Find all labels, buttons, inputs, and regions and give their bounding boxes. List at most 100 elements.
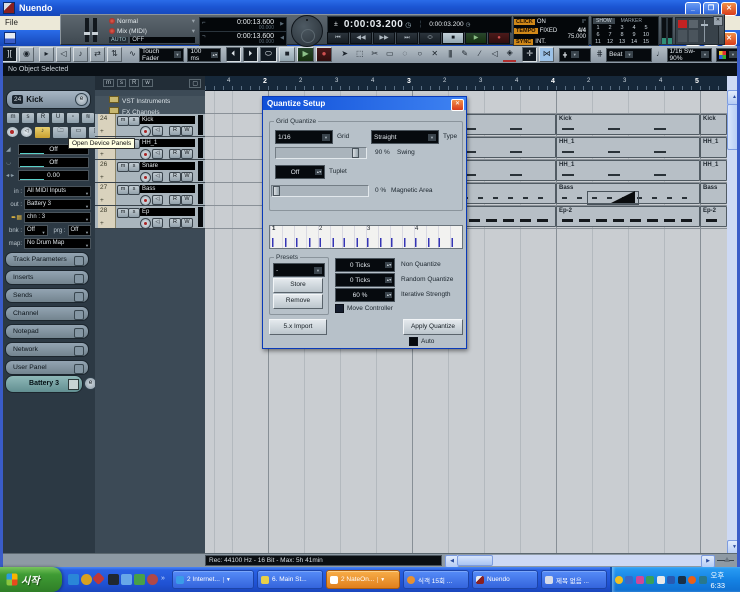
midi-event-kick[interactable]: Kick xyxy=(700,114,727,135)
inspector-section-channel[interactable]: Channel xyxy=(5,306,89,321)
remove-button[interactable]: Remove xyxy=(273,294,323,309)
jog-center[interactable] xyxy=(301,29,315,43)
transport-close-icon[interactable]: ✕ xyxy=(713,16,723,26)
record-button[interactable]: ● xyxy=(488,32,510,44)
inspector-section-user-panel[interactable]: User Panel xyxy=(5,360,89,375)
snap-type-dropdown[interactable]: ⋕ xyxy=(559,48,591,62)
sync-label[interactable]: SYNC xyxy=(514,39,533,45)
grid-dropdown[interactable]: 1/16 xyxy=(275,130,333,144)
track-write-button[interactable]: W xyxy=(181,172,193,182)
quicklaunch-diamond-icon[interactable] xyxy=(92,572,105,585)
midi-event-bass[interactable]: Bass xyxy=(556,183,700,204)
taskbar-button-main-st[interactable]: 6. Main St... xyxy=(257,570,323,589)
input-routing-dropdown[interactable]: All MIDI Inputs xyxy=(24,186,91,197)
magnetic-slider-handle[interactable] xyxy=(273,186,280,196)
record-enable-button[interactable] xyxy=(6,126,19,138)
global-read-icon[interactable]: R xyxy=(129,79,139,87)
color-tool-icon[interactable]: ◈ xyxy=(503,47,516,62)
track-name-field[interactable]: Snare xyxy=(140,162,195,170)
transport-panel[interactable]: Normal▾ Mix (MIDI)▾ AUTO OFF ⌐ 0:00:13.6… xyxy=(60,14,725,45)
glue-tool-icon[interactable]: ▭ xyxy=(383,48,396,61)
jog-shuttle-wheel[interactable] xyxy=(291,15,323,47)
pan-field[interactable]: Off xyxy=(18,157,89,168)
track-read-button[interactable]: R xyxy=(169,218,181,228)
split-tool-icon[interactable]: ✂ xyxy=(368,48,381,61)
horizontal-scrollbar[interactable] xyxy=(457,555,702,566)
mute-tool-icon[interactable]: ✕ xyxy=(428,48,441,61)
automation-row-2[interactable]: Mix (MIDI)▾ xyxy=(109,27,195,35)
track-name-field[interactable]: HH_1 xyxy=(140,139,195,147)
timewarp-tool-icon[interactable]: ||| xyxy=(443,48,456,61)
inspector-track-header[interactable]: 24 Kick e xyxy=(6,90,91,109)
instrument-slot-battery3[interactable]: Battery 3 xyxy=(5,375,83,393)
track-write-button[interactable]: W xyxy=(181,195,193,205)
start-button[interactable]: 시작 xyxy=(0,567,62,592)
taskbar-button-sikgaek[interactable]: 식객 15회 ... xyxy=(403,570,469,589)
taskbar-button-internet-group[interactable]: 2 Internet...▼ xyxy=(172,570,254,589)
edit-channel-button[interactable]: e xyxy=(75,93,88,106)
magnetic-area-slider[interactable] xyxy=(271,185,369,197)
nudge-palette-button[interactable]: ✛ xyxy=(522,47,537,62)
inspector-section-notepad[interactable]: Notepad xyxy=(5,324,89,339)
output-routing-dropdown[interactable]: Battery 3 xyxy=(24,199,91,210)
primary-time-display[interactable]: ± 0:00:03.200 ◷ ¦ 0:00:03.200 ◷ xyxy=(327,16,512,33)
track-monitor-button[interactable]: ◁ xyxy=(152,172,163,182)
add-icon[interactable]: ± xyxy=(334,21,338,28)
bank-field[interactable]: Off xyxy=(24,225,48,236)
zoom-slider-thumb[interactable] xyxy=(724,557,730,562)
midi-event-bass[interactable]: Bass xyxy=(700,183,727,204)
track-row-bass[interactable]: 27+ m s Bass ◁ R W xyxy=(95,183,205,206)
zoom-tool-icon[interactable]: ○ xyxy=(413,48,426,61)
automation-row-1[interactable]: Normal▾ xyxy=(109,17,195,25)
play-button[interactable]: ▶ xyxy=(297,47,313,62)
line-tool-icon[interactable]: ∕ xyxy=(473,48,486,61)
tray-display-icon[interactable] xyxy=(667,576,675,584)
track-read-button[interactable]: R xyxy=(169,172,181,182)
midi-event-hh1[interactable]: HH_1 xyxy=(700,160,727,181)
lane-display-button[interactable]: ≋ xyxy=(81,112,95,124)
track-record-enable-button[interactable] xyxy=(140,126,151,137)
forward-button[interactable]: ▶▶ xyxy=(373,32,395,44)
taskbar-button-nuendo[interactable]: Nuendo xyxy=(472,570,538,589)
track-record-enable-button[interactable] xyxy=(140,172,151,183)
monitor-button[interactable]: ◁ xyxy=(20,126,33,138)
delay-field[interactable]: 0.00 xyxy=(18,170,89,181)
quicklaunch-player-icon[interactable] xyxy=(147,574,158,585)
open-device-panels-button[interactable]: 🗀 xyxy=(52,126,69,139)
swing-slider-handle[interactable] xyxy=(352,148,359,158)
marker-row-3[interactable]: 1112131415 xyxy=(592,39,658,46)
draw-tool-icon[interactable]: ✎ xyxy=(458,48,471,61)
preroll-field[interactable]: 100 ms xyxy=(187,48,220,62)
inspector-section-track-parameters[interactable]: Track Parameters xyxy=(5,252,89,267)
tray-antivirus-icon[interactable] xyxy=(688,576,696,584)
tuplet-spinner[interactable]: Off xyxy=(275,165,325,179)
right-locator-display[interactable]: ¬ 0:00:13.600 00.000 ◀ xyxy=(199,31,287,46)
quicklaunch-ie-icon[interactable] xyxy=(68,574,79,585)
constrain-compensation-button[interactable]: ◉ xyxy=(19,47,34,62)
goto-start-button[interactable]: ⏮ xyxy=(327,32,349,44)
midi-event-hh1[interactable]: HH_1 xyxy=(556,137,700,158)
locator-go-icon[interactable]: ▶ xyxy=(280,21,284,27)
tray-app-icon[interactable] xyxy=(678,576,686,584)
timeline-ruler[interactable]: 4 2 2 3 4 3 2 3 4 4 2 3 4 5 xyxy=(205,76,727,91)
track-monitor-button[interactable]: ◁ xyxy=(152,195,163,205)
track-solo-button[interactable]: s xyxy=(128,185,140,195)
tray-messenger-icon[interactable] xyxy=(615,576,623,584)
track-record-enable-button[interactable] xyxy=(140,218,151,229)
play-button[interactable]: ▶ xyxy=(465,32,487,44)
drummap-dropdown[interactable]: No Drum Map xyxy=(24,238,91,249)
track-list-menu-icon[interactable]: ▢ xyxy=(189,79,201,88)
auto-scroll-button[interactable]: ⇄ xyxy=(90,47,105,62)
tray-ime-icon[interactable] xyxy=(699,576,707,584)
type-dropdown[interactable]: Straight xyxy=(371,130,439,144)
read-automation-button[interactable]: R xyxy=(36,112,50,124)
taskbar-button-nateon-group[interactable]: 2 NateOn...▼ xyxy=(326,570,400,589)
menu-file[interactable]: File xyxy=(5,18,18,27)
locator-go-icon[interactable]: ◀ xyxy=(280,35,284,41)
show-overview-button[interactable]: ◁ xyxy=(56,47,71,62)
cycle-button[interactable]: ⬭ xyxy=(260,47,277,62)
midi-event-hh1[interactable]: HH_1 xyxy=(556,160,700,181)
track-write-button[interactable]: W xyxy=(181,126,193,136)
global-solo-icon[interactable]: s xyxy=(117,79,126,87)
tray-chat-icon[interactable] xyxy=(646,576,654,584)
